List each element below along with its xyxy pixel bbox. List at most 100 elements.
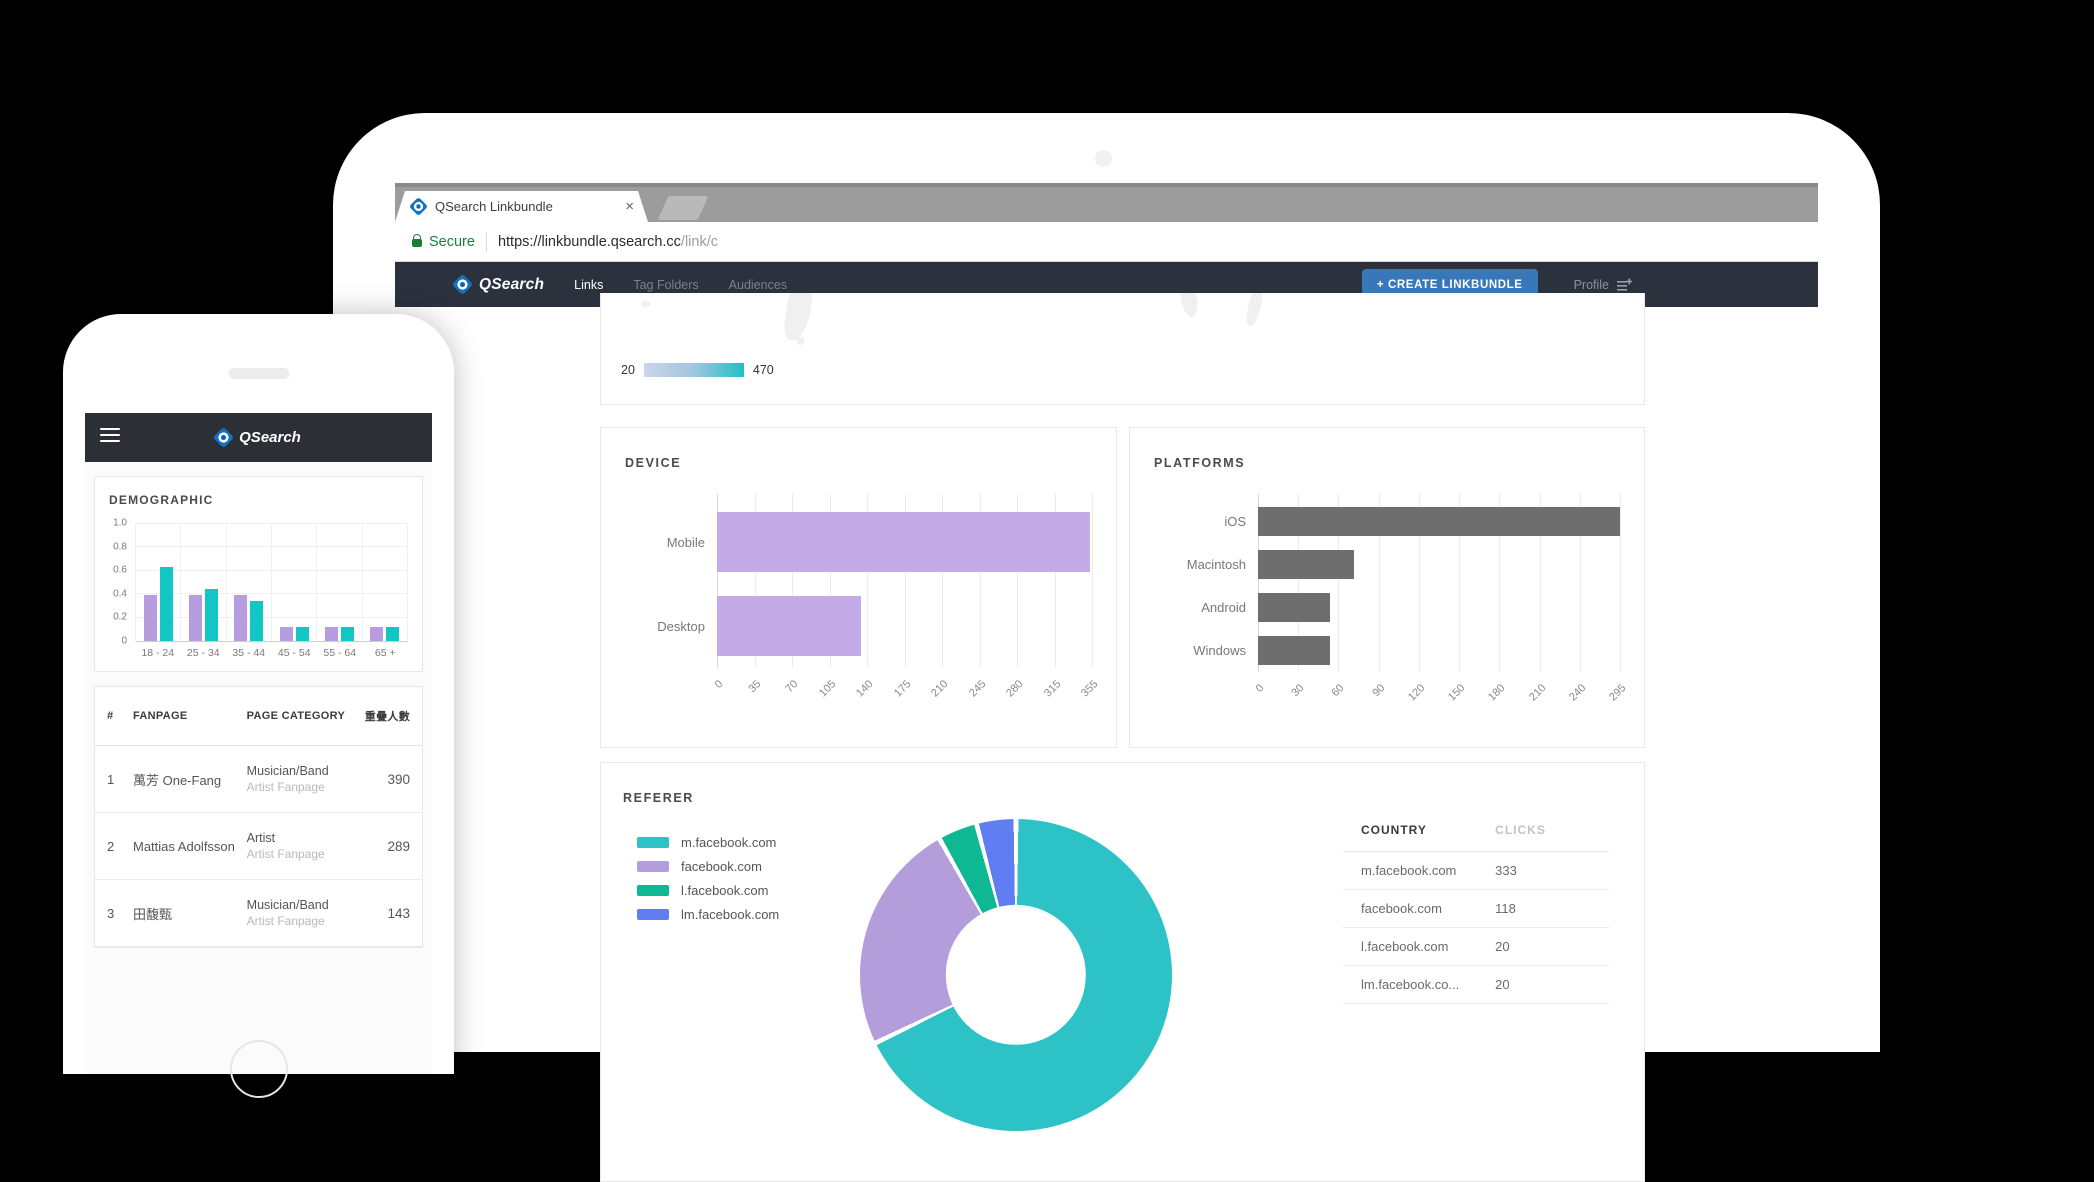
bar-purple <box>370 627 383 641</box>
category-label: Windows <box>1154 629 1258 672</box>
category-label: Macintosh <box>1154 543 1258 586</box>
x-tick-label: 65 + <box>363 647 409 659</box>
fanpage-category: ArtistArtist Fanpage <box>247 831 354 861</box>
url-bar[interactable]: Secure https://linkbundle.qsearch.cc/lin… <box>395 222 1818 262</box>
map-landmass <box>781 293 816 343</box>
platforms-card: PLATFORMS iOSMacintoshAndroidWindows0306… <box>1129 427 1645 748</box>
url-path: /link/c <box>681 234 718 250</box>
referer-clicks: 20 <box>1495 977 1591 992</box>
x-tick-label: 70 <box>783 678 800 695</box>
bar-group <box>136 523 181 641</box>
x-axis: 18 - 2425 - 3435 - 4445 - 5455 - 6465 + <box>135 647 408 659</box>
y-axis-labels: 00.20.40.60.81.0 <box>109 523 135 641</box>
x-tick-label: 245 <box>967 678 988 699</box>
y-tick-label: 1.0 <box>113 518 127 529</box>
referer-card: REFERER m.facebook.com facebook.com l.face… <box>600 762 1645 1182</box>
new-tab-button[interactable] <box>658 196 709 220</box>
demographic-card: DEMOGRAPHIC 00.20.40.60.81.018 - 2425 - … <box>94 476 423 672</box>
x-tick-label: 25 - 34 <box>181 647 227 659</box>
phone-app-header: QSearch <box>85 413 432 462</box>
x-tick-label: 280 <box>1004 678 1025 699</box>
x-tick-label: 175 <box>892 678 913 699</box>
x-tick-label: 35 - 44 <box>226 647 272 659</box>
x-tick-label: 210 <box>1527 682 1548 703</box>
profile-menu[interactable]: Profile <box>1574 278 1632 292</box>
nav-item-tag-folders[interactable]: Tag Folders <box>633 278 698 292</box>
nav-item-links[interactable]: Links <box>574 278 603 292</box>
map-card: 20 470 <box>600 293 1645 405</box>
url-text[interactable]: https://linkbundle.qsearch.cc/link/c <box>498 234 718 250</box>
category-label: iOS <box>1154 500 1258 543</box>
bar-row <box>1258 500 1620 543</box>
bar-teal <box>296 627 309 641</box>
browser-tab[interactable]: QSearch Linkbundle × <box>395 191 648 222</box>
referer-legend: m.facebook.com facebook.com l.facebook.com… <box>637 835 779 922</box>
add-to-list-icon <box>1617 278 1632 292</box>
platforms-chart: iOSMacintoshAndroidWindows03060901201501… <box>1154 500 1620 722</box>
home-button[interactable] <box>230 1040 288 1098</box>
bar-teal <box>160 567 173 641</box>
category-label: Mobile <box>625 500 717 584</box>
tab-close-icon[interactable]: × <box>625 199 634 214</box>
map-landmass <box>1244 293 1266 328</box>
category-column-header: PAGE CATEGORY <box>247 710 354 722</box>
fanpage-name: Mattias Adolfsson <box>133 839 247 854</box>
phone-brand-name: QSearch <box>239 429 301 446</box>
bar-row <box>1258 543 1620 586</box>
y-tick-label: 0.4 <box>113 588 127 599</box>
plot-area <box>1258 500 1620 672</box>
category-primary: Musician/Band <box>247 898 350 912</box>
x-tick-label: 140 <box>854 678 875 699</box>
referer-table-row: m.facebook.com333 <box>1343 852 1609 890</box>
nav-menu: Links Tag Folders Audiences <box>574 278 787 292</box>
y-tick-label: 0 <box>121 636 127 647</box>
x-axis: 0306090120150180210240295 <box>1258 674 1620 722</box>
bar-teal <box>341 627 354 641</box>
legend-label: l.facebook.com <box>681 883 768 898</box>
x-tick-label: 295 <box>1607 682 1628 703</box>
referer-donut-chart[interactable] <box>860 819 1172 1131</box>
bar-row <box>1258 629 1620 672</box>
device-plot: MobileDesktop <box>625 500 1092 668</box>
y-tick-label: 0.6 <box>113 565 127 576</box>
legend-item[interactable]: lm.facebook.com <box>637 907 779 922</box>
legend-item[interactable]: l.facebook.com <box>637 883 779 898</box>
tab-bar: QSearch Linkbundle × <box>395 183 1818 222</box>
y-tick-label: 0.8 <box>113 541 127 552</box>
fanpage-table-card: # FANPAGE PAGE CATEGORY 重疊人數 1萬芳 One-Fan… <box>94 686 423 948</box>
hamburger-menu-icon[interactable] <box>100 428 120 446</box>
bar-row <box>717 500 1092 584</box>
brand-name[interactable]: QSearch <box>479 276 544 294</box>
referer-name: m.facebook.com <box>1361 863 1495 878</box>
rank-column-header: # <box>107 710 133 722</box>
fanpage-table-row: 1萬芳 One-FangMusician/BandArtist Fanpage3… <box>95 746 422 813</box>
fanpage-category: Musician/BandArtist Fanpage <box>247 898 354 928</box>
gridline <box>1092 494 1093 668</box>
x-tick-label: 0 <box>1254 682 1267 695</box>
fanpage-name: 萬芳 One-Fang <box>133 770 247 789</box>
camera-dot <box>1095 150 1112 167</box>
nav-item-audiences[interactable]: Audiences <box>729 278 787 292</box>
referer-table-body: m.facebook.com333facebook.com118l.facebo… <box>1343 852 1609 1004</box>
referer-clicks: 118 <box>1495 901 1591 916</box>
fanpage-name: 田馥甄 <box>133 904 247 923</box>
overlap-count: 143 <box>354 906 410 921</box>
x-tick-label: 315 <box>1042 678 1063 699</box>
x-tick-label: 150 <box>1446 682 1467 703</box>
fanpage-table-row: 2Mattias AdolfssonArtistArtist Fanpage28… <box>95 813 422 880</box>
x-tick-label: 18 - 24 <box>135 647 181 659</box>
y-tick-label: 0.2 <box>113 612 127 623</box>
category-secondary: Artist Fanpage <box>247 780 350 794</box>
bar-mobile <box>717 512 1090 572</box>
referer-card-title: REFERER <box>623 791 1622 805</box>
profile-label: Profile <box>1574 278 1609 292</box>
legend-item[interactable]: facebook.com <box>637 859 779 874</box>
bar-purple <box>189 595 202 641</box>
referer-table-row: lm.facebook.co...20 <box>1343 966 1609 1004</box>
fanpage-rank: 2 <box>107 839 133 854</box>
bar-ios <box>1258 507 1620 536</box>
referer-name: facebook.com <box>1361 901 1495 916</box>
platforms-card-title: PLATFORMS <box>1154 456 1620 470</box>
overlap-column-header: 重疊人數 <box>354 708 410 724</box>
legend-item[interactable]: m.facebook.com <box>637 835 779 850</box>
